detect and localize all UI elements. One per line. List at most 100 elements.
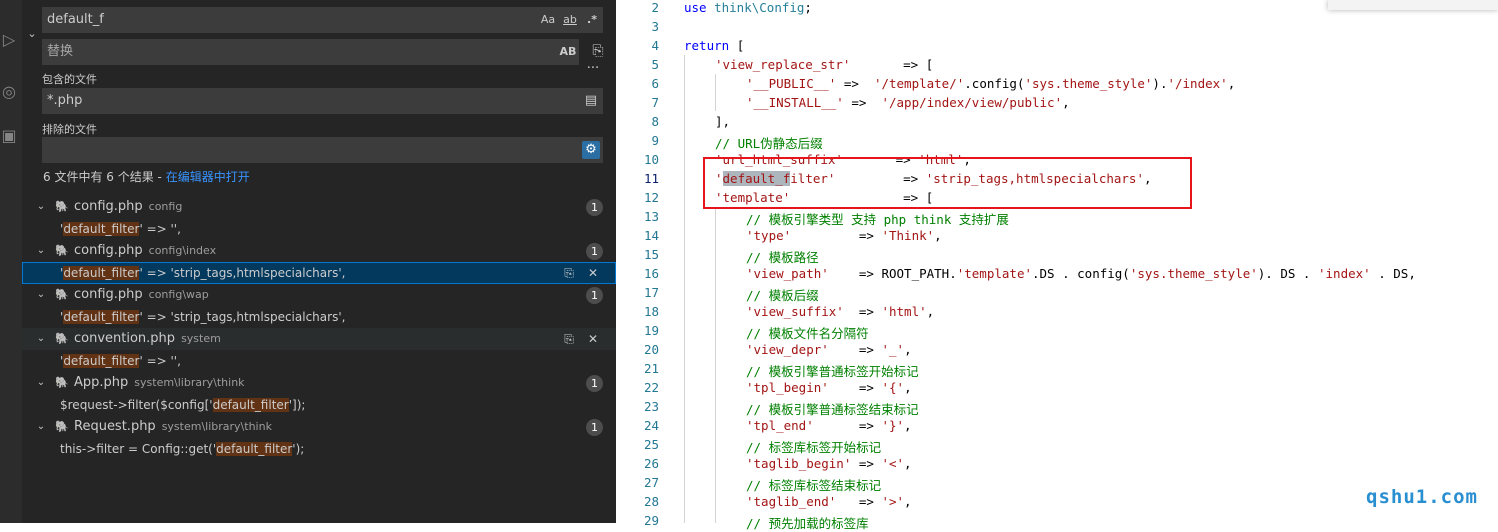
file-result[interactable]: ⌄ 🐘 App.php system\library\think 1	[22, 372, 616, 394]
chevron-down-icon[interactable]: ⌄	[34, 328, 48, 350]
more-options-button[interactable]: ···	[583, 62, 603, 75]
code-comment: // 标签库标签开始标记	[746, 440, 882, 455]
code-line: 'taglib_end' => '>',	[746, 494, 912, 509]
match-line[interactable]: 'default_filter' => '',	[22, 350, 616, 372]
chevron-down-icon[interactable]: ⌄	[34, 284, 48, 306]
file-name: config.php config\index	[74, 243, 217, 258]
chevron-down-icon[interactable]: ⌄	[34, 240, 48, 262]
replace-icon[interactable]: ⎘	[561, 262, 577, 284]
dismiss-close-icon[interactable]: ✕	[585, 328, 601, 350]
search-query[interactable]: default_f	[47, 7, 104, 33]
line-number: 9	[651, 133, 659, 148]
line-number: 24	[643, 418, 659, 433]
match-text: 'default_filter' => '',	[60, 354, 181, 368]
line-number: 21	[643, 361, 659, 376]
match-line-selected[interactable]: 'default_filter' => 'strip_tags,htmlspec…	[22, 262, 616, 284]
code-line: 'tpl_end' => '}',	[746, 418, 912, 433]
replace-placeholder: 替换	[47, 44, 74, 59]
match-line[interactable]: 'default_filter' => 'strip_tags,htmlspec…	[22, 306, 616, 328]
file-path: config\wap	[148, 288, 209, 301]
file-name: Request.php system\library\think	[74, 419, 272, 434]
file-path: system\library\think	[161, 420, 272, 433]
line-number: 4	[651, 38, 659, 53]
file-path: config	[148, 200, 183, 213]
php-file-icon: 🐘	[55, 244, 69, 257]
code-comment: // 模板路径	[746, 250, 819, 265]
line-number: 26	[643, 456, 659, 471]
code-line: 'tpl_begin' => '{',	[746, 380, 912, 395]
match-highlight: default_filter	[216, 442, 293, 456]
match-line[interactable]: 'default_filter' => '',	[22, 218, 616, 240]
include-input[interactable]: *.php ▤	[42, 88, 603, 114]
line-number: 10	[643, 152, 659, 167]
php-file-icon: 🐘	[55, 288, 69, 301]
exclude-label: 排除的文件	[42, 123, 97, 136]
match-highlight: default_filter	[63, 266, 140, 280]
exclude-input[interactable]: ⚙	[42, 137, 603, 163]
open-editors-only-icon[interactable]: ▤	[582, 92, 600, 110]
use-regex-button[interactable]: .*	[583, 11, 601, 29]
match-case-button[interactable]: Aa	[539, 11, 557, 29]
line-number: 3	[651, 19, 659, 34]
results-count-text: 6 文件中有 6 个结果 -	[43, 170, 166, 184]
dismiss-close-icon[interactable]: ✕	[585, 262, 601, 284]
file-result[interactable]: ⌄ 🐘 config.php config\index 1	[22, 240, 616, 262]
match-text: 'default_filter' => '',	[60, 222, 181, 236]
code-comment: // 模板引擎普通标签结束标记	[746, 402, 919, 417]
replace-input[interactable]: 替换 AB	[42, 39, 579, 65]
chevron-down-icon[interactable]: ⌄	[34, 416, 48, 438]
search-panel: ⌄ default_f Aa ab .* 替换 AB ⎘ ··· 包含的文件 *…	[22, 0, 616, 523]
file-result[interactable]: ⌄ 🐘 Request.php system\library\think 1	[22, 416, 616, 438]
file-result[interactable]: ⌄ 🐘 convention.php system ⎘ ✕	[22, 328, 616, 350]
code-editor[interactable]: 2 3 4 5 6 7 8 9 10 11 12 13 14 15 16 17 …	[616, 0, 1498, 531]
file-result[interactable]: ⌄ 🐘 config.php config 1	[22, 196, 616, 218]
line-number: 22	[643, 380, 659, 395]
match-highlight: default_filter	[63, 354, 140, 368]
match-line[interactable]: $request->filter($config['default_filter…	[22, 394, 616, 416]
chevron-down-icon[interactable]: ⌄	[34, 372, 48, 394]
replace-all-icon[interactable]: ⎘	[589, 42, 607, 60]
search-input[interactable]: default_f Aa ab .*	[42, 7, 603, 33]
file-path: system	[181, 332, 221, 345]
line-number: 27	[643, 475, 659, 490]
extensions-remote-icon[interactable]: ◎	[0, 82, 18, 102]
line-number: 7	[651, 95, 659, 110]
watermark: qshu1.com	[1366, 486, 1478, 508]
extensions-icon[interactable]: ▣	[0, 126, 18, 146]
match-count-badge: 1	[586, 375, 603, 392]
line-number: 28	[643, 494, 659, 509]
file-result[interactable]: ⌄ 🐘 config.php config\wap 1	[22, 284, 616, 306]
php-file-icon: 🐘	[55, 200, 69, 213]
match-text: this->filter = Config::get('default_filt…	[60, 442, 305, 456]
open-in-editor-link[interactable]: 在编辑器中打开	[166, 170, 250, 184]
preserve-case-button[interactable]: AB	[559, 43, 577, 61]
line-number: 6	[651, 76, 659, 91]
line-number: 18	[643, 304, 659, 319]
match-count-badge: 1	[586, 419, 603, 436]
code-line: 'taglib_begin' => '<',	[746, 456, 912, 471]
match-highlight: default_filter	[63, 222, 140, 236]
line-number: 5	[651, 57, 659, 72]
line-number: 15	[643, 247, 659, 262]
code-comment: // 模板引擎普通标签开始标记	[746, 364, 919, 379]
code-line: ],	[715, 114, 731, 129]
line-number: 12	[643, 190, 659, 205]
match-whole-word-button[interactable]: ab	[560, 11, 580, 29]
line-number: 14	[643, 228, 659, 243]
file-name: App.php system\library\think	[74, 375, 245, 390]
php-file-icon: 🐘	[55, 420, 69, 433]
run-debug-icon[interactable]: ▷	[0, 30, 18, 50]
code-line: use think\Config;	[684, 0, 812, 15]
match-highlight: default_filter	[212, 398, 289, 412]
match-text: 'default_filter' => 'strip_tags,htmlspec…	[60, 266, 346, 280]
toggle-replace-chevron-icon[interactable]: ⌄	[26, 26, 38, 42]
php-file-icon: 🐘	[55, 376, 69, 389]
match-line[interactable]: this->filter = Config::get('default_filt…	[22, 438, 616, 460]
use-exclude-settings-icon[interactable]: ⚙	[582, 141, 600, 159]
replace-all-in-file-icon[interactable]: ⎘	[561, 328, 577, 350]
file-path: system\library\think	[134, 376, 245, 389]
line-number: 17	[643, 285, 659, 300]
code-line: return [	[684, 38, 745, 53]
chevron-down-icon[interactable]: ⌄	[34, 196, 48, 218]
include-value[interactable]: *.php	[47, 88, 82, 114]
